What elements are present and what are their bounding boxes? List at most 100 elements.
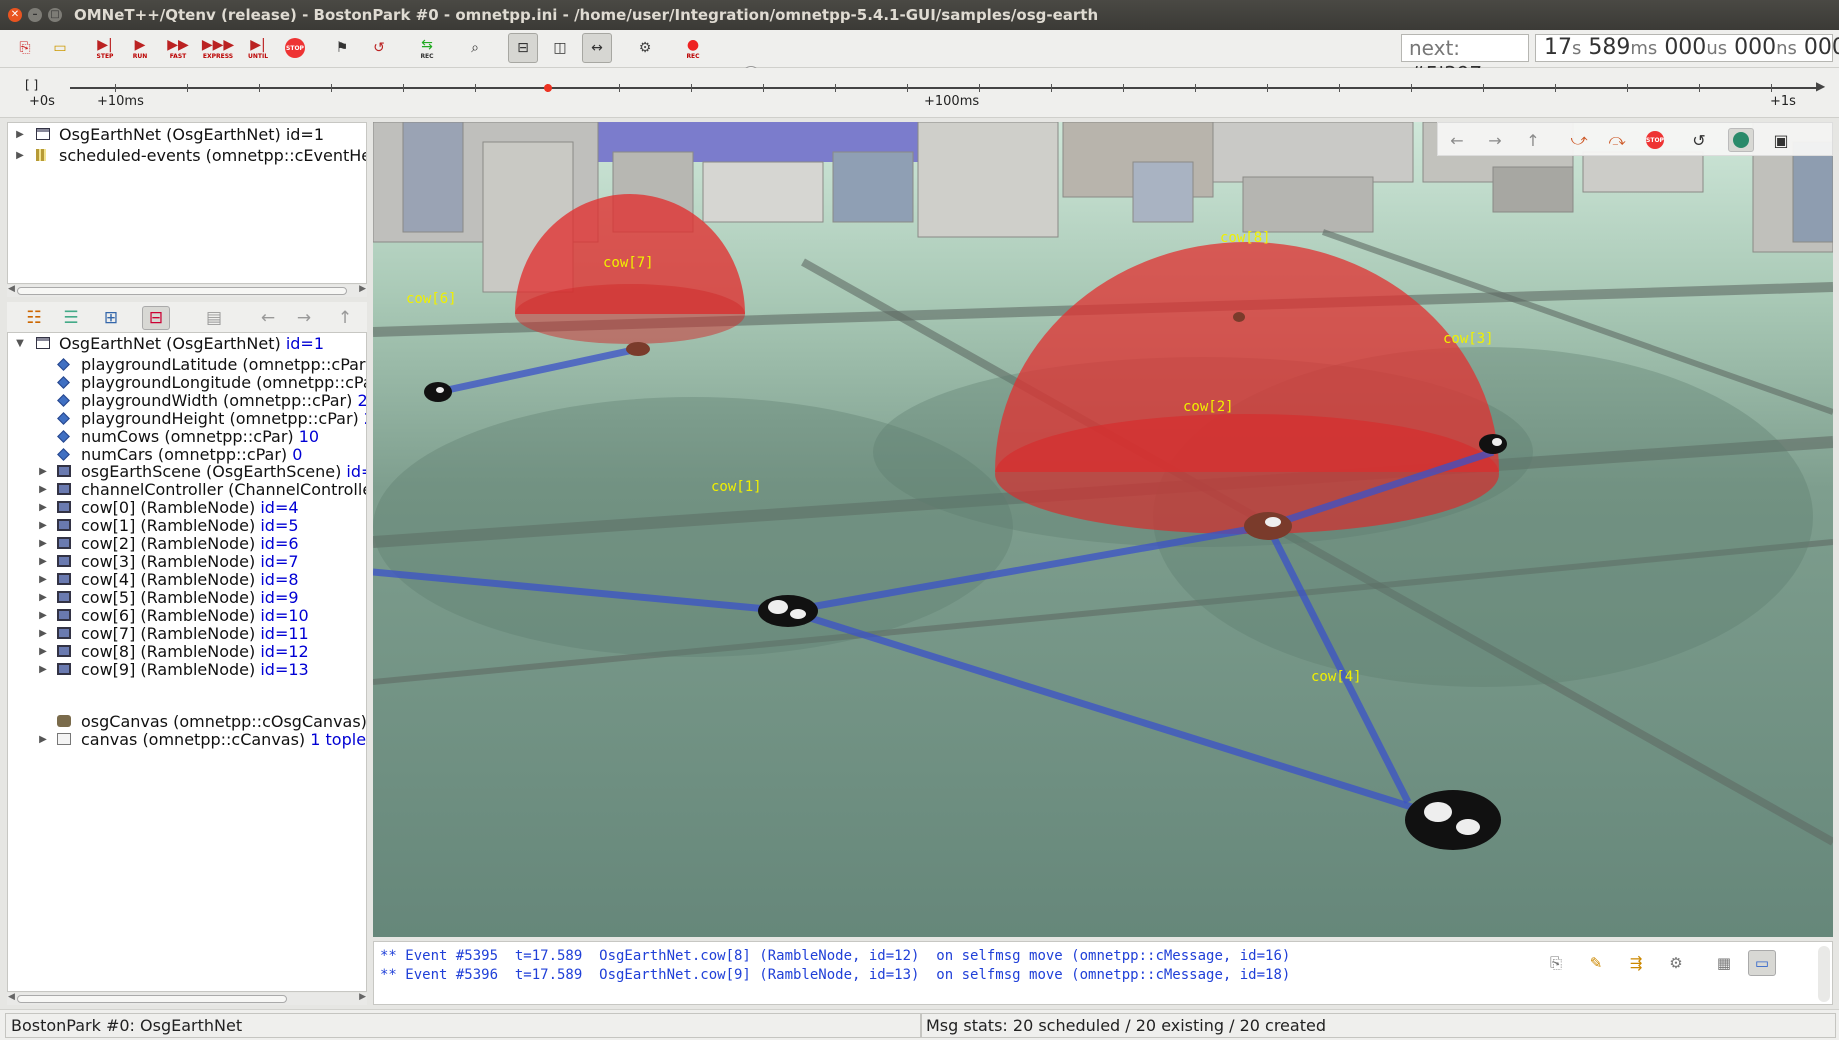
timeline-tick <box>187 84 188 92</box>
timeline-tick <box>1123 84 1124 92</box>
view-back-button[interactable]: ← <box>1444 128 1470 152</box>
3d-view-toggle-button[interactable] <box>1728 128 1754 152</box>
until-icon: ▶| <box>250 36 266 53</box>
finish-button[interactable]: ⚑ <box>327 33 357 63</box>
tree-item-canvas[interactable]: ▶ canvas (omnetpp::cCanvas) 1 topleve <box>8 729 366 750</box>
parameter-icon <box>57 358 70 371</box>
close-window-button[interactable]: ✕ <box>8 8 22 22</box>
inspect-parent-button[interactable]: ▤ <box>200 306 228 330</box>
preferences-button[interactable]: ⚙ <box>630 33 660 63</box>
timeline-label-0: +0s <box>29 94 55 109</box>
object-inspector-tree: ▼ OsgEarthNet (OsgEarthNet) id=1 playgro… <box>7 332 367 992</box>
cow-2[interactable] <box>1244 512 1292 540</box>
timeline[interactable]: [ ] +0s +10ms +100ms +1s ▶ <box>0 68 1839 118</box>
tree-item-module[interactable]: ▶ cow[9] (RambleNode) id=13 <box>8 659 366 680</box>
step-icon: ▶| <box>97 36 113 53</box>
flat-view-button[interactable]: ☰ <box>57 306 85 330</box>
status-bar: BostonPark #0: OsgEarthNet Msg stats: 20… <box>0 1009 1839 1040</box>
expand-arrow-icon[interactable]: ▶ <box>37 729 49 750</box>
run-button[interactable]: ▶ RUN <box>125 33 155 63</box>
maximize-window-button[interactable]: □ <box>48 8 62 22</box>
pencil-icon: ✎ <box>1589 954 1603 972</box>
copy-log-button[interactable]: ⎘ <box>1542 950 1570 976</box>
event-log-pane[interactable]: ** Event #5395 t=17.589 OsgEarthNet.cow[… <box>373 941 1833 1005</box>
main-toolbar: ⎘ ▭ ▶| STEP ▶ RUN ▶▶ FAST ▶▶▶ EXPRESS ▶| UNTI… <box>0 30 1839 86</box>
forward-button[interactable]: → <box>290 306 318 330</box>
step-button[interactable]: ▶| STEP <box>90 33 120 63</box>
layout-vertical-button[interactable]: ◫ <box>545 33 575 63</box>
back-button[interactable]: ← <box>254 306 282 330</box>
eventlog-icon: ⇆ <box>421 36 433 53</box>
run-module-icon: ⤼ <box>1608 130 1626 149</box>
tree-item-network[interactable]: ▶ OsgEarthNet (OsgEarthNet) id=1 <box>8 124 366 145</box>
run-until-button[interactable]: ▶| UNTIL <box>243 33 273 63</box>
eventlog-record-button[interactable]: ⇆ REC <box>412 33 442 63</box>
tree-item-id: id=1 <box>285 125 325 144</box>
express-label: EXPRESS <box>202 52 234 60</box>
reset-view-button[interactable]: ↺ <box>1686 128 1712 152</box>
messages-mode-button[interactable]: ▦ <box>1710 950 1738 976</box>
object-navigator-scrollbar[interactable]: ◀ ▶ <box>7 284 367 297</box>
view-parent-button[interactable]: ↑ <box>1520 128 1546 152</box>
minimize-window-button[interactable]: – <box>28 8 42 22</box>
expand-arrow-icon[interactable]: ▶ <box>14 124 26 145</box>
tree-item-label: scheduled-events (omnetpp::cEventHea <box>59 146 367 165</box>
tree-item-scheduled-events[interactable]: ▶ scheduled-events (omnetpp::cEventHea <box>8 145 366 166</box>
tree-item-label: OsgEarthNet (OsgEarthNet) <box>59 334 281 353</box>
load-ned-button[interactable]: ▭ <box>45 33 75 63</box>
inheritance-view-button[interactable]: ⊟ <box>142 306 170 330</box>
filter-log-button[interactable]: ⇶ <box>1622 950 1650 976</box>
inspector-tree-scrollbar[interactable]: ◀ ▶ <box>7 992 367 1005</box>
run-icon: ▶ <box>134 36 146 53</box>
cow-6[interactable] <box>424 382 452 402</box>
cow-3[interactable] <box>1479 434 1507 454</box>
cow-7[interactable] <box>626 342 650 356</box>
log-settings-button[interactable]: ⚙ <box>1662 950 1690 976</box>
module-icon <box>57 483 71 495</box>
time-us: 000 <box>1664 35 1707 60</box>
cow-8[interactable] <box>1233 312 1245 322</box>
layout-horizontal-button[interactable]: ⊟ <box>508 33 538 63</box>
video-record-button[interactable]: ● REC <box>678 33 708 63</box>
group-by-category-button[interactable]: ☷ <box>20 306 48 330</box>
timeline-toggle-button[interactable]: ↔ <box>582 33 612 63</box>
monitor-icon: ▭ <box>1754 954 1770 972</box>
express-icon: ▶▶▶ <box>201 36 235 53</box>
timeline-tick <box>1555 84 1556 92</box>
time-ms: 589 <box>1588 35 1631 60</box>
express-run-button[interactable]: ▶▶▶ EXPRESS <box>201 33 235 63</box>
fast-run-button[interactable]: ▶▶ FAST <box>163 33 193 63</box>
next-prefix: next: <box>1409 36 1461 60</box>
tree-root-network[interactable]: ▼ OsgEarthNet (OsgEarthNet) id=1 <box>8 333 366 354</box>
scrollbar-thumb[interactable] <box>17 287 347 295</box>
go-up-button[interactable]: ↑ <box>331 306 359 330</box>
2d-view-toggle-button[interactable]: ▣ <box>1768 128 1794 152</box>
find-button[interactable]: ⌕ <box>460 33 490 63</box>
children-view-button[interactable]: ⊞ <box>97 306 125 330</box>
rebuild-button[interactable]: ↺ <box>364 33 394 63</box>
find-log-button[interactable]: ✎ <box>1582 950 1610 976</box>
cow-4[interactable] <box>1405 790 1501 850</box>
osg-earth-3d-view[interactable]: cow[1] cow[2] cow[3] cow[4] cow[6] cow[7… <box>373 122 1833 937</box>
globe-icon <box>1733 132 1749 148</box>
expand-arrow-icon[interactable]: ▶ <box>37 659 49 680</box>
collapse-arrow-icon[interactable]: ▼ <box>14 333 26 354</box>
open-folder-icon: ▭ <box>53 40 67 56</box>
view-forward-button[interactable]: → <box>1482 128 1508 152</box>
scrollbar-thumb[interactable] <box>17 995 287 1003</box>
timeline-event-marker[interactable] <box>544 84 552 92</box>
expand-arrow-icon[interactable]: ▶ <box>14 145 26 166</box>
log-mode-button[interactable]: ▭ <box>1748 950 1776 976</box>
timeline-tick <box>691 84 692 92</box>
new-run-button[interactable]: ⎘ <box>10 33 40 63</box>
timeline-tick <box>259 84 260 92</box>
log-scrollbar[interactable] <box>1818 946 1830 1002</box>
status-msg-stats: Msg stats: 20 scheduled / 20 existing / … <box>920 1013 1836 1038</box>
view-stop-button[interactable]: STOP <box>1642 128 1668 152</box>
step-in-button[interactable]: ⤻ <box>1566 128 1592 152</box>
stop-button[interactable]: STOP <box>280 33 310 63</box>
rec2-label: REC <box>686 52 700 60</box>
cow-label-1: cow[1] <box>711 479 762 495</box>
run-module-button[interactable]: ⤼ <box>1604 128 1630 152</box>
cow-1[interactable] <box>758 595 818 627</box>
